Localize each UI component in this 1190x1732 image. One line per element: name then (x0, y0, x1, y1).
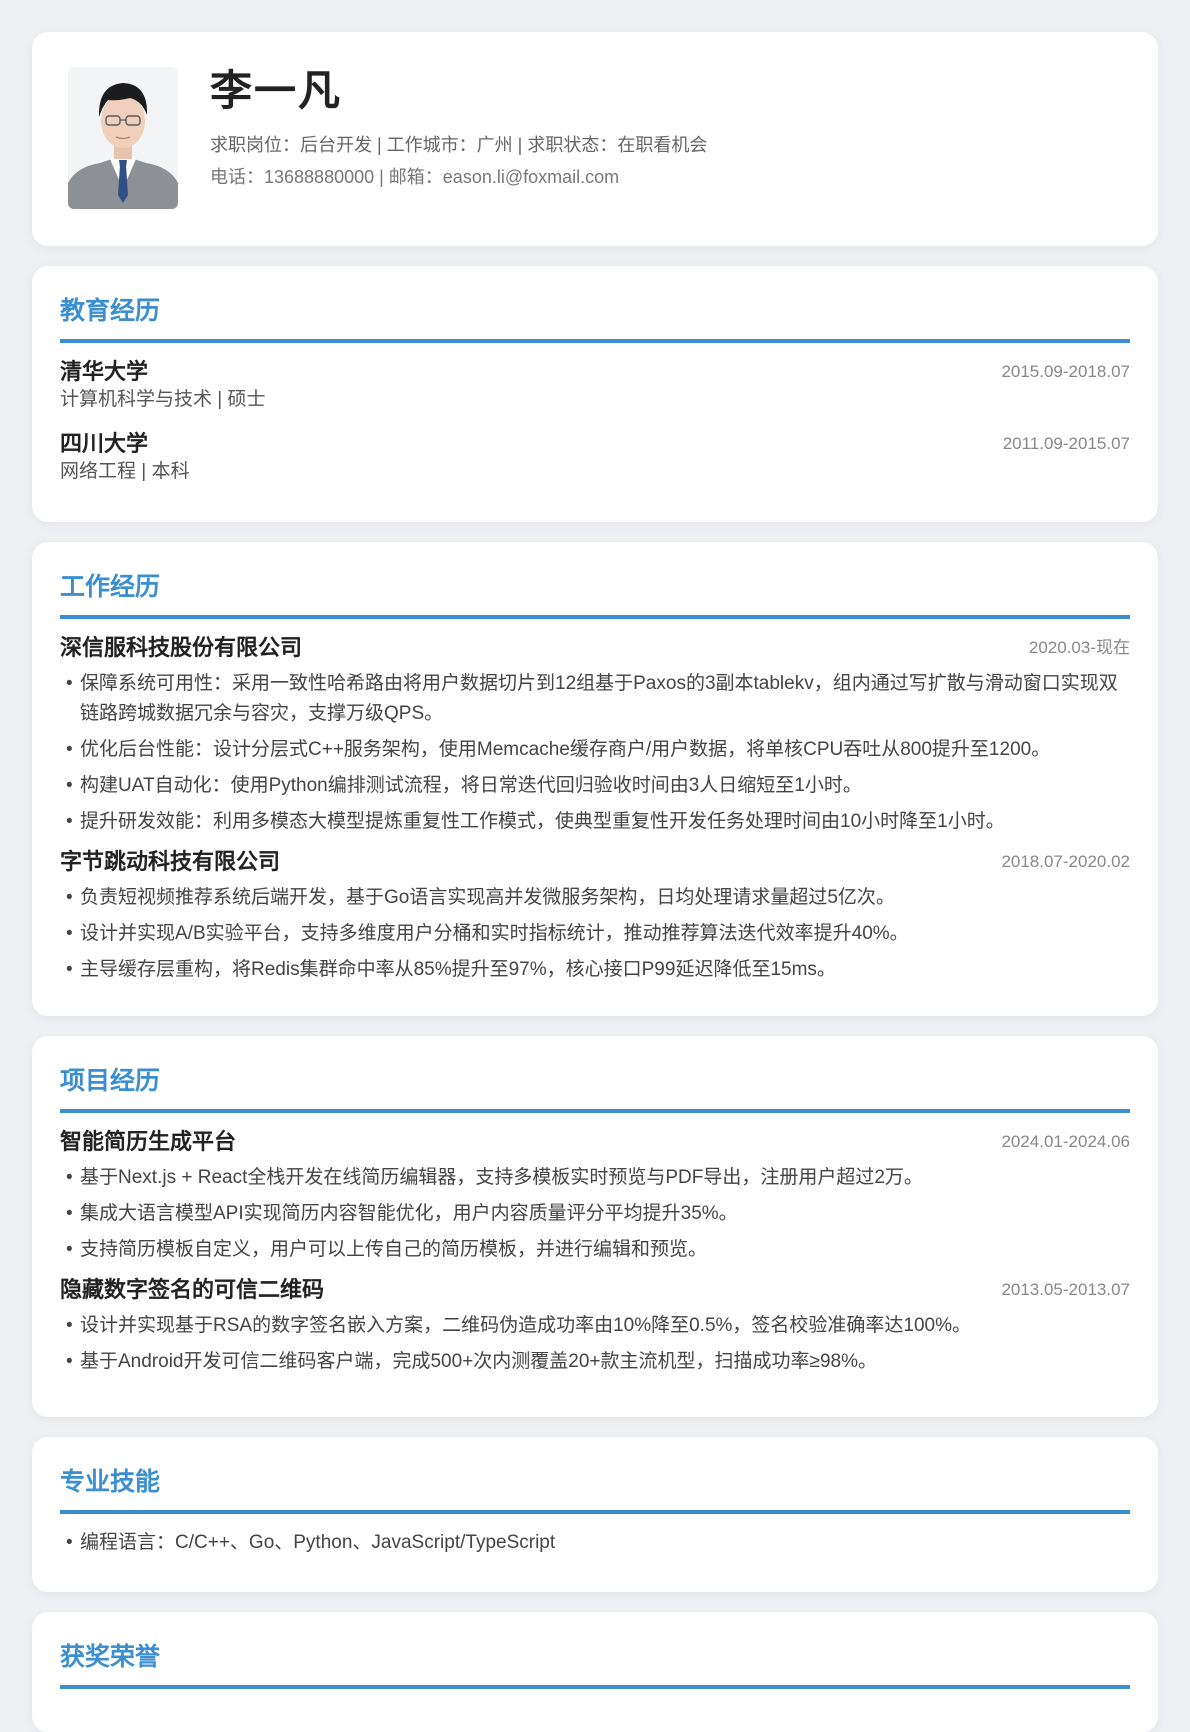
portrait-photo (68, 67, 178, 209)
candidate-name: 李一凡 (210, 67, 343, 114)
education-section: 教育经历 清华大学 2015.09-2018.07 计算机科学与技术 | 硕士 … (32, 266, 1158, 522)
degree-detail: 网络工程 | 本科 (60, 461, 190, 482)
bullet-text: 保障系统可用性：采用一致性哈希路由将用户数据切片到12组基于Paxos的3副本t… (80, 673, 1118, 724)
degree-detail: 计算机科学与技术 | 硕士 (60, 389, 266, 410)
list-item: • 设计并实现基于RSA的数字签名嵌入方案，二维码伪造成功率由10%降至0.5%，… (66, 1315, 971, 1336)
list-item: • 支持简历模板自定义，用户可以上传自己的简历模板，并进行编辑和预览。 (66, 1239, 708, 1260)
list-item: • 基于Next.js + React全栈开发在线简历编辑器，支持多模板实时预览与… (66, 1167, 923, 1188)
bullet-text: 基于Next.js + React全栈开发在线简历编辑器，支持多模板实时预览与P… (80, 1167, 923, 1188)
bullet-list: • 编程语言：C/C++、Go、Python、JavaScript/TypeScr… (60, 1528, 1130, 1558)
bullet-list: • 负责短视频推荐系统后端开发，基于Go语言实现高并发微服务架构，日均处理请求量超… (60, 883, 1130, 985)
work-entry: 深信服科技股份有限公司 2020.03-现在 • 保障系统可用性：采用一致性哈希路… (60, 633, 1130, 837)
skills-section: 专业技能 • 编程语言：C/C++、Go、Python、JavaScript/Ty… (32, 1437, 1158, 1592)
bullet-text: 设计并实现基于RSA的数字签名嵌入方案，二维码伪造成功率由10%降至0.5%，签… (80, 1315, 971, 1336)
entry-date: 2018.07-2020.02 (1001, 852, 1130, 871)
bullet-text: 集成大语言模型API实现简历内容智能优化，用户内容质量评分平均提升35%。 (80, 1203, 738, 1224)
resume-page: 李一凡 求职岗位：后台开发 | 工作城市：广州 | 求职状态：在职看机会 电话：… (32, 32, 1158, 1732)
list-item: • 基于Android开发可信二维码客户端，完成500+次内测覆盖20+款主流机型… (66, 1351, 877, 1372)
company-name: 字节跳动科技有限公司 (60, 849, 281, 874)
bullet-list: • 基于Next.js + React全栈开发在线简历编辑器，支持多模板实时预览与… (60, 1163, 1130, 1265)
bullet-text: 优化后台性能：设计分层式C++服务架构，使用Memcache缓存商户/用户数据，… (80, 739, 1051, 760)
bullet-text: 主导缓存层重构，将Redis集群命中率从85%提升至97%，核心接口P99延迟降… (80, 959, 836, 980)
contact-line: 电话：13688880000 | 邮箱：eason.li@foxmail.com (210, 167, 620, 187)
project-name: 隐藏数字签名的可信二维码 (60, 1277, 325, 1302)
avatar (68, 67, 178, 209)
section-title: 专业技能 (60, 1465, 1130, 1514)
projects-section: 项目经历 智能简历生成平台 2024.01-2024.06 • 基于Next.js… (32, 1036, 1158, 1417)
school-name: 四川大学 (60, 431, 149, 456)
bullet-text: 负责短视频推荐系统后端开发，基于Go语言实现高并发微服务架构，日均处理请求量超过… (80, 887, 895, 908)
job-preference-line: 求职岗位：后台开发 | 工作城市：广州 | 求职状态：在职看机会 (210, 135, 708, 155)
bullet-text: 设计并实现A/B实验平台，支持多维度用户分桶和实时指标统计，推动推荐算法迭代效率… (80, 923, 909, 944)
list-item: • 提升研发效能：利用多模态大模型提炼重复性工作模式，使典型重复性开发任务处理时间… (66, 811, 1005, 832)
company-name: 深信服科技股份有限公司 (60, 635, 303, 660)
entry-date: 2024.01-2024.06 (1001, 1132, 1130, 1151)
section-title: 工作经历 (60, 570, 1130, 619)
work-section: 工作经历 深信服科技股份有限公司 2020.03-现在 • 保障系统可用性：采用一… (32, 542, 1158, 1016)
profile-info: 李一凡 求职岗位：后台开发 | 工作城市：广州 | 求职状态：在职看机会 电话：… (210, 67, 707, 193)
section-title: 教育经历 (60, 294, 1130, 343)
entry-date: 2013.05-2013.07 (1001, 1280, 1130, 1299)
work-entry: 字节跳动科技有限公司 2018.07-2020.02 • 负责短视频推荐系统后端开… (60, 847, 1130, 985)
entry-date: 2020.03-现在 (1028, 638, 1130, 657)
list-item: • 构建UAT自动化：使用Python编排测试流程，将日常迭代回归验收时间由3人日… (66, 775, 862, 796)
bullet-list: • 设计并实现基于RSA的数字签名嵌入方案，二维码伪造成功率由10%降至0.5%，… (60, 1311, 1130, 1377)
project-name: 智能简历生成平台 (60, 1129, 237, 1154)
list-item: • 负责短视频推荐系统后端开发，基于Go语言实现高并发微服务架构，日均处理请求量超… (66, 887, 895, 908)
bullet-text: 支持简历模板自定义，用户可以上传自己的简历模板，并进行编辑和预览。 (80, 1239, 708, 1260)
list-item: • 编程语言：C/C++、Go、Python、JavaScript/TypeScr… (66, 1532, 556, 1553)
education-entry: 四川大学 2011.09-2015.07 网络工程 | 本科 (60, 429, 1130, 485)
section-title: 项目经历 (60, 1064, 1130, 1113)
bullet-text: 构建UAT自动化：使用Python编排测试流程，将日常迭代回归验收时间由3人日缩… (80, 775, 862, 796)
list-item: • 设计并实现A/B实验平台，支持多维度用户分桶和实时指标统计，推动推荐算法迭代效… (66, 923, 909, 944)
project-entry: 隐藏数字签名的可信二维码 2013.05-2013.07 • 设计并实现基于RSA… (60, 1275, 1130, 1377)
bullet-list: • 保障系统可用性：采用一致性哈希路由将用户数据切片到12组基于Paxos的3副本… (60, 669, 1130, 837)
bullet-text: 提升研发效能：利用多模态大模型提炼重复性工作模式，使典型重复性开发任务处理时间由… (80, 811, 1005, 832)
list-item: • 集成大语言模型API实现简历内容智能优化，用户内容质量评分平均提升35%。 (66, 1203, 738, 1224)
entry-date: 2015.09-2018.07 (1001, 362, 1130, 381)
school-name: 清华大学 (60, 359, 149, 384)
education-entry: 清华大学 2015.09-2018.07 计算机科学与技术 | 硕士 (60, 357, 1130, 413)
entry-date: 2011.09-2015.07 (1002, 434, 1130, 453)
list-item: • 保障系统可用性：采用一致性哈希路由将用户数据切片到12组基于Paxos的3副本… (66, 673, 1118, 724)
profile-card: 李一凡 求职岗位：后台开发 | 工作城市：广州 | 求职状态：在职看机会 电话：… (32, 32, 1158, 246)
section-title: 获奖荣誉 (60, 1640, 1130, 1689)
awards-section: 获奖荣誉 (32, 1612, 1158, 1732)
list-item: • 主导缓存层重构，将Redis集群命中率从85%提升至97%，核心接口P99延迟… (66, 959, 836, 980)
bullet-text: 基于Android开发可信二维码客户端，完成500+次内测覆盖20+款主流机型，… (80, 1351, 877, 1372)
bullet-text: 编程语言：C/C++、Go、Python、JavaScript/TypeScri… (80, 1532, 556, 1553)
list-item: • 优化后台性能：设计分层式C++服务架构，使用Memcache缓存商户/用户数据… (66, 739, 1051, 760)
project-entry: 智能简历生成平台 2024.01-2024.06 • 基于Next.js + Re… (60, 1127, 1130, 1265)
